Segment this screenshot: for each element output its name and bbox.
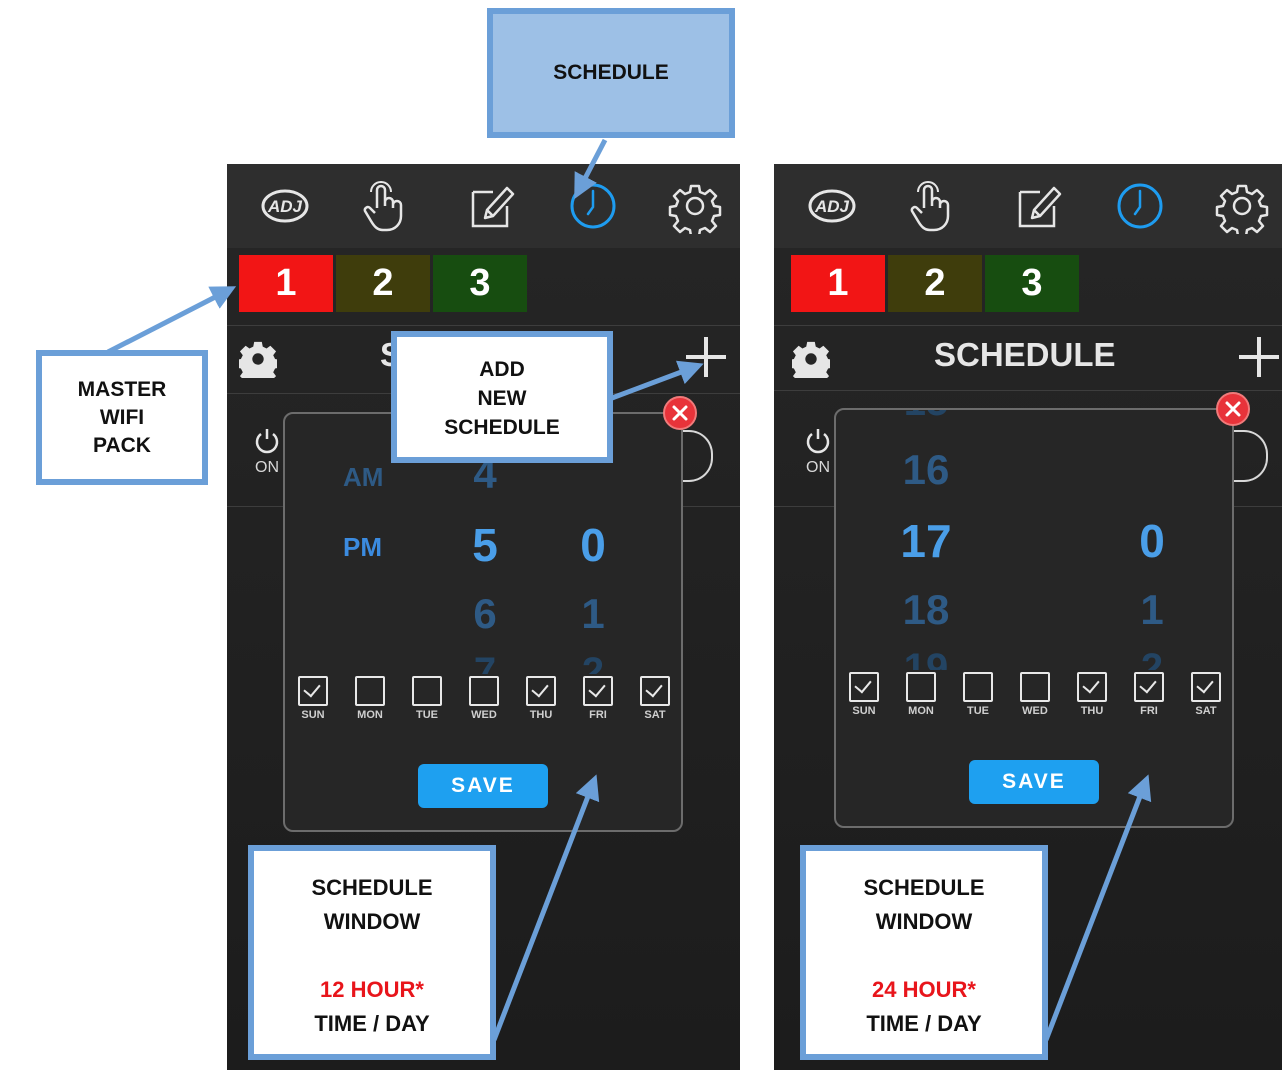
schedule-window-12-hour-callout: SCHEDULE WINDOW 12 HOUR* TIME / DAY xyxy=(248,845,496,1060)
master-wifi-pack-arrow xyxy=(106,286,237,355)
callout-mode: 12 HOUR* xyxy=(320,977,424,1002)
right-window-arrow xyxy=(1043,774,1152,1041)
callout-line: WINDOW xyxy=(323,909,421,934)
schedule-arrow xyxy=(574,138,608,200)
callout-line: ADD xyxy=(479,358,525,381)
callout-spacer xyxy=(254,939,490,973)
schedule-window-24-hour-callout: SCHEDULE WINDOW 24 HOUR* TIME / DAY xyxy=(800,845,1048,1060)
add-new-schedule-callout: ADD NEW SCHEDULE xyxy=(391,331,613,463)
callout-line: PACK xyxy=(93,434,151,457)
callout-line: TIME / DAY xyxy=(314,1011,430,1036)
callout-line: SCHEDULE xyxy=(311,875,433,900)
schedule-callout-text: SCHEDULE xyxy=(553,61,669,84)
callout-line: NEW xyxy=(477,387,527,410)
callout-spacer xyxy=(806,939,1042,973)
schedule-callout: SCHEDULE xyxy=(487,8,735,138)
callout-line: SCHEDULE xyxy=(863,875,985,900)
callout-mode: 24 HOUR* xyxy=(872,977,976,1002)
add-new-schedule-arrow xyxy=(611,360,704,401)
callout-line: MASTER xyxy=(77,378,167,401)
callout-line: TIME / DAY xyxy=(866,1011,982,1036)
master-wifi-pack-callout: MASTER WIFI PACK xyxy=(36,350,208,485)
left-window-arrow xyxy=(491,774,600,1041)
callout-line: WIFI xyxy=(99,406,145,429)
callout-line: WINDOW xyxy=(875,909,973,934)
callout-arrows xyxy=(106,138,1152,1041)
callout-line: SCHEDULE xyxy=(444,416,560,439)
